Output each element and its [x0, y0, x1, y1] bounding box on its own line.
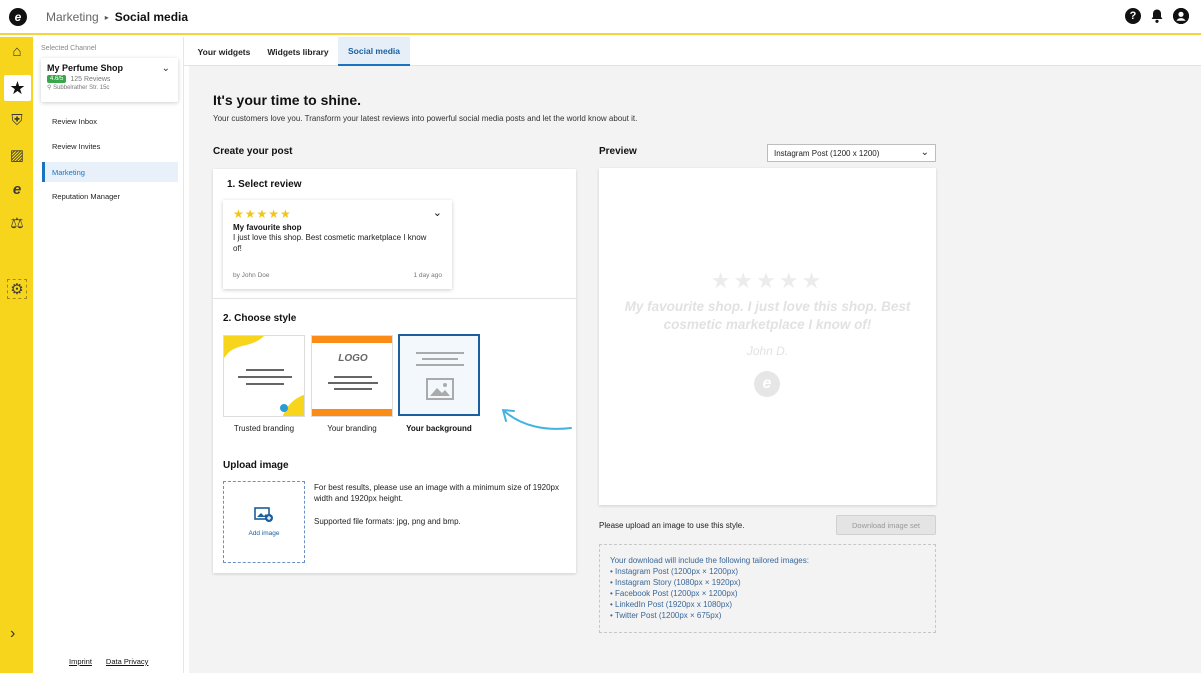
review-date: 1 day ago — [413, 272, 442, 279]
chevron-down-icon[interactable]: ⌄ — [921, 147, 929, 158]
breadcrumb-current: Social media — [114, 10, 189, 24]
rating-badge: 4.6/5 — [47, 75, 67, 83]
logo-placeholder: LOGO — [338, 353, 368, 364]
upload-image-title: Upload image — [223, 460, 289, 471]
selected-channel-label: Selected Channel — [41, 45, 97, 52]
review-text: I just love this shop. Best cosmetic mar… — [233, 233, 427, 253]
download-info-title: Your download will include the following… — [610, 556, 809, 565]
trusted-icon[interactable]: e — [7, 179, 27, 199]
breadcrumb: Marketing ▸ Social media — [46, 10, 188, 24]
download-info-box: Your download will include the following… — [599, 544, 936, 633]
style-your-background[interactable] — [398, 334, 480, 416]
review-selector[interactable]: ★★★★★ ⌄ My favourite shop I just love th… — [223, 200, 452, 289]
add-image-dropzone[interactable]: Add image — [223, 481, 305, 563]
add-image-label: Add image — [248, 530, 280, 537]
preview-author: John D. — [746, 344, 789, 358]
list-item: • Twitter Post (1200px × 675px) — [610, 611, 722, 620]
divider — [213, 298, 576, 299]
chart-icon[interactable]: ▨ — [7, 145, 27, 165]
step-select-review-title: 1. Select review — [227, 179, 302, 190]
top-bar: e Marketing ▸ Social media ? — [0, 0, 1201, 35]
preview-stars: ★★★★★ — [710, 268, 825, 293]
format-select[interactable]: Instagram Post (1200 x 1200) ⌄ — [767, 144, 936, 162]
sidebar-item-review-inbox[interactable]: Review Inbox — [42, 111, 178, 131]
list-item: • Facebook Post (1200px × 1200px) — [610, 589, 738, 598]
chevron-down-icon[interactable]: ⌄ — [162, 63, 170, 74]
tab-social-media[interactable]: Social media — [338, 37, 410, 66]
upload-hint: For best results, please use an image wi… — [314, 483, 560, 503]
main-content: It's your time to shine. Your customers … — [189, 66, 1201, 673]
style-your-branding[interactable]: LOGO — [311, 335, 393, 417]
preview-title: Preview — [599, 146, 637, 157]
star-icon[interactable]: ★ — [4, 75, 31, 101]
chevron-down-icon[interactable]: ⌄ — [433, 206, 442, 219]
sidebar-item-marketing[interactable]: Marketing — [42, 162, 178, 182]
tab-widgets-library[interactable]: Widgets library — [262, 37, 334, 66]
create-post-title: Create your post — [213, 146, 293, 157]
breadcrumb-separator-icon: ▸ — [104, 12, 109, 22]
settings-icon[interactable]: ⚙ — [7, 279, 27, 299]
step-choose-style-title: 2. Choose style — [223, 313, 297, 324]
review-stars: ★★★★★ — [233, 207, 292, 221]
list-item: • Instagram Story (1080px × 1920px) — [610, 578, 741, 587]
upload-formats: Supported file formats: jpg, png and bmp… — [314, 517, 461, 526]
data-privacy-link[interactable]: Data Privacy — [106, 657, 149, 666]
account-icon[interactable] — [1173, 8, 1189, 24]
style-trusted-branding[interactable] — [223, 335, 305, 417]
sidebar-item-reputation-manager[interactable]: Reputation Manager — [42, 186, 178, 206]
page-title: It's your time to shine. — [213, 92, 362, 108]
imprint-link[interactable]: Imprint — [69, 657, 92, 666]
review-author: by John Doe — [233, 272, 270, 279]
style-label-your-branding: Your branding — [327, 424, 377, 433]
format-select-value: Instagram Post (1200 x 1200) — [774, 148, 880, 158]
create-post-card: 1. Select review ★★★★★ ⌄ My favourite sh… — [213, 169, 576, 573]
trusted-logo-icon: e — [754, 371, 780, 397]
home-icon[interactable]: ⌂ — [7, 41, 27, 61]
sidebar-item-review-invites[interactable]: Review Invites — [42, 136, 178, 156]
shield-icon[interactable]: ⛨ — [7, 110, 27, 130]
preview-hint: Please upload an image to use this style… — [599, 521, 745, 530]
add-image-icon — [254, 507, 274, 526]
review-title: My favourite shop — [233, 223, 302, 232]
expand-chevron-icon[interactable]: › — [10, 625, 15, 643]
bell-icon[interactable] — [1149, 8, 1165, 24]
page-subtitle: Your customers love you. Transform your … — [213, 114, 638, 123]
style-label-your-background: Your background — [406, 424, 472, 433]
help-icon[interactable]: ? — [1125, 8, 1141, 24]
sidebar: Selected Channel My Perfume Shop ⌄ 4.6/5… — [33, 37, 184, 673]
channel-address: Subbelrather Str. 15c — [53, 85, 110, 91]
trusted-logo-icon[interactable]: e — [9, 8, 27, 26]
download-image-set-button[interactable]: Download image set — [836, 515, 936, 535]
preview-canvas: ★★★★★ My favourite shop. I just love thi… — [599, 168, 936, 505]
image-placeholder-icon — [426, 378, 454, 400]
breadcrumb-parent[interactable]: Marketing — [46, 10, 99, 24]
tab-bar: Your widgets Widgets library Social medi… — [184, 37, 1201, 66]
curved-arrow-icon — [502, 409, 572, 430]
channel-name: My Perfume Shop — [47, 63, 124, 73]
channel-selector[interactable]: My Perfume Shop ⌄ 4.6/5 125 Reviews ⚲ Su… — [41, 58, 178, 102]
list-item: • LinkedIn Post (1920px x 1080px) — [610, 600, 732, 609]
review-count: 125 Reviews — [70, 75, 111, 83]
scales-icon[interactable]: ⚖ — [7, 213, 27, 233]
icon-rail: ⌂ ★ ⛨ ▨ e ⚖ ⚙ › — [0, 37, 33, 673]
preview-quote: My favourite shop. I just love this shop… — [624, 299, 911, 332]
list-item: • Instagram Post (1200px × 1200px) — [610, 567, 738, 576]
style-label-trusted-branding: Trusted branding — [233, 424, 295, 433]
trusted-branding-preview-icon — [224, 336, 304, 416]
tab-your-widgets[interactable]: Your widgets — [190, 37, 258, 66]
